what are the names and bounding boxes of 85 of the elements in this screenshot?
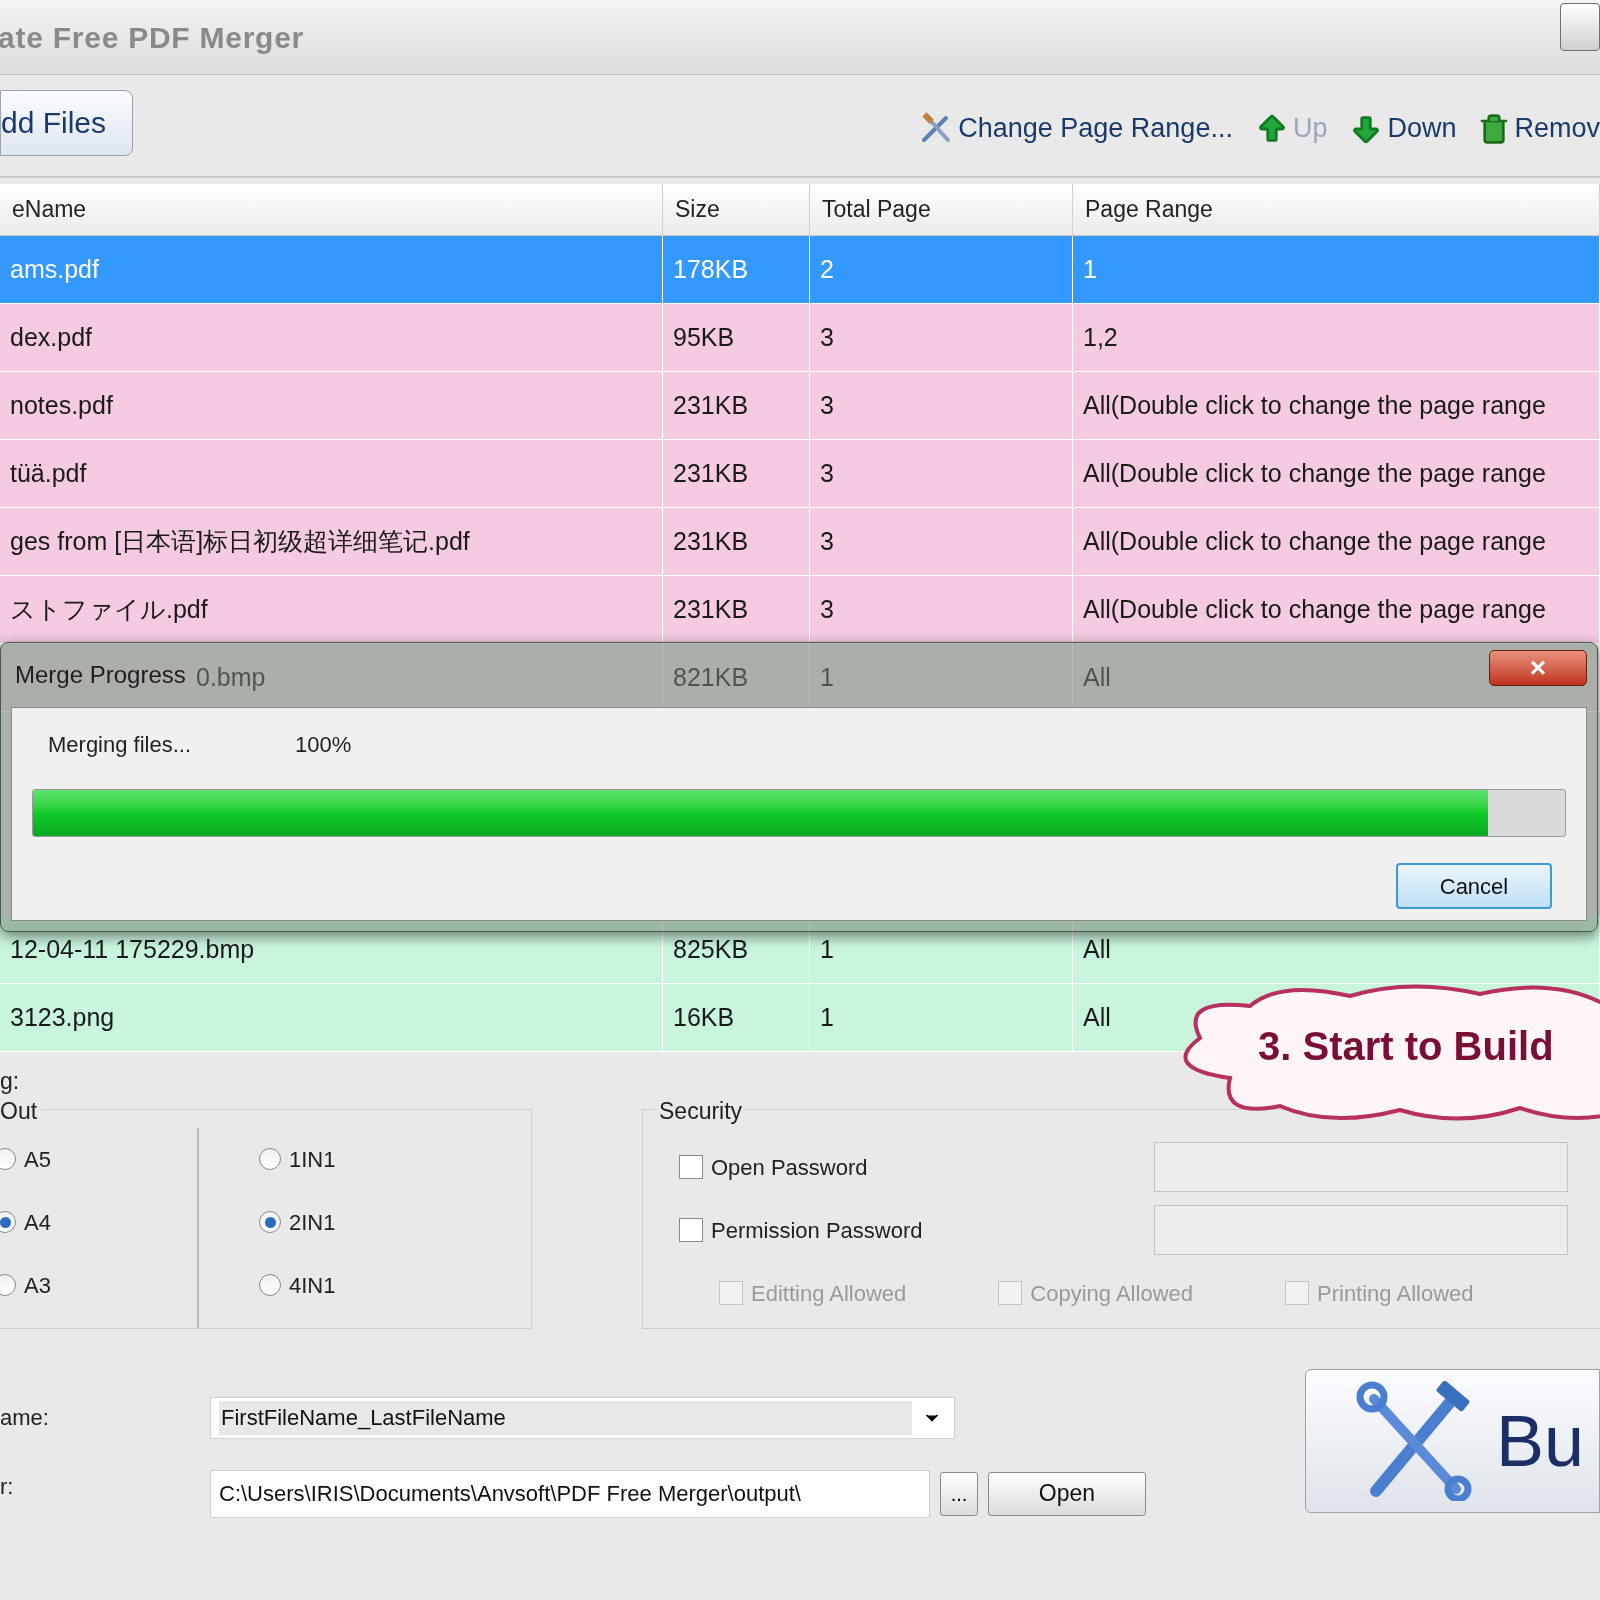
field-label: ame: bbox=[0, 1404, 50, 1432]
table-row[interactable]: dex.pdf 95KB 3 1,2 bbox=[0, 304, 1600, 372]
table-cell-text: 0.bmp bbox=[196, 661, 266, 693]
radio-label: A5 bbox=[24, 1145, 51, 1174]
radio-label: 1IN1 bbox=[289, 1145, 336, 1174]
radio-button[interactable] bbox=[0, 1211, 16, 1233]
checkbox-label: Copying Allowed bbox=[1030, 1279, 1193, 1308]
radio-button[interactable] bbox=[259, 1274, 281, 1296]
column-header[interactable]: Total Page bbox=[810, 184, 1073, 235]
table-cell-text: 231KB bbox=[673, 389, 749, 421]
table-cell-text: 1 bbox=[820, 661, 834, 693]
table-cell-text: dex.pdf bbox=[10, 321, 92, 353]
table-cell-text: 1 bbox=[820, 933, 834, 965]
radio-label: A3 bbox=[24, 1271, 51, 1300]
table-cell-text: 3123.png bbox=[10, 1001, 115, 1033]
column-header[interactable]: Page Range bbox=[1073, 184, 1600, 235]
radio-button[interactable] bbox=[259, 1148, 281, 1170]
minimize-button[interactable] bbox=[1560, 3, 1600, 51]
status-text: Merging files... bbox=[48, 731, 192, 759]
close-button[interactable]: × bbox=[1489, 650, 1587, 686]
settings-label: g: bbox=[0, 1068, 20, 1094]
table-cell-text: 1 bbox=[1083, 253, 1097, 285]
table-cell-text: All(Double click to change the page range bbox=[1083, 457, 1546, 489]
folder-field[interactable]: C:\Users\IRIS\Documents\Anvsoft\PDF Free Merger\output\ bbox=[210, 1469, 930, 1518]
add-files-button[interactable]: dd Files bbox=[0, 89, 133, 156]
cancel-button[interactable]: Cancel bbox=[1396, 863, 1552, 909]
table-cell-text: 231KB bbox=[673, 593, 749, 625]
checkbox-label: Open Password bbox=[711, 1153, 868, 1182]
table-cell-text: 1,2 bbox=[1083, 321, 1118, 353]
radio-button[interactable] bbox=[0, 1148, 16, 1170]
table-cell-text: All bbox=[1083, 661, 1111, 693]
table-cell-text: 3 bbox=[820, 389, 834, 421]
table-cell-text: 1 bbox=[820, 1001, 834, 1033]
table-cell-text: All(Double click to change the page range bbox=[1083, 389, 1546, 421]
toolbar-button[interactable]: Change Page Range... bbox=[920, 108, 1233, 149]
name-dropdown[interactable]: FirstFileName_LastFileName bbox=[210, 1396, 955, 1439]
radio-label: 4IN1 bbox=[289, 1271, 336, 1300]
table-cell-text: ams.pdf bbox=[10, 253, 99, 285]
table-cell-text: All bbox=[1083, 933, 1111, 965]
radio-button[interactable] bbox=[0, 1274, 16, 1296]
radio-label: A4 bbox=[24, 1208, 51, 1237]
table-cell-text: All bbox=[1083, 1001, 1111, 1033]
toolbar-button[interactable]: Down bbox=[1349, 108, 1457, 149]
browse-button[interactable]: ... bbox=[940, 1471, 978, 1516]
table-cell-text: All(Double click to change the page range bbox=[1083, 593, 1546, 625]
radio-label: 2IN1 bbox=[289, 1208, 336, 1237]
table-row[interactable]: 12-04-11 175229.bmp 825KB 1 All bbox=[0, 916, 1600, 984]
table-cell-text: 231KB bbox=[673, 525, 749, 557]
table-cell-text: 821KB bbox=[673, 661, 749, 693]
field-label: r: bbox=[0, 1473, 15, 1501]
table-row[interactable]: tüä.pdf 231KB 3 All(Double click to change the page range bbox=[0, 440, 1600, 508]
table-cell-text: All(Double click to change the page range bbox=[1083, 525, 1546, 557]
dialog-title: Merge Progress bbox=[15, 660, 186, 690]
table-cell-text: notes.pdf bbox=[10, 389, 113, 421]
table-cell-text: 16KB bbox=[673, 1001, 735, 1033]
column-header[interactable]: Size bbox=[663, 184, 810, 235]
open-button[interactable]: Open bbox=[988, 1471, 1146, 1516]
checkbox-label: Permission Password bbox=[711, 1216, 923, 1245]
table-cell-text: 231KB bbox=[673, 457, 749, 489]
table-cell-text: 3 bbox=[820, 593, 834, 625]
build-button[interactable]: Bu bbox=[1305, 1368, 1600, 1513]
table-cell-text: 95KB bbox=[673, 321, 735, 353]
checkbox-label: Printing Allowed bbox=[1317, 1279, 1474, 1308]
table-cell-text: 3 bbox=[820, 525, 834, 557]
table-cell-text: 2 bbox=[820, 253, 834, 285]
table-row[interactable]: notes.pdf 231KB 3 All(Double click to change the page range bbox=[0, 372, 1600, 440]
table-cell-text: 12-04-11 175229.bmp bbox=[10, 933, 255, 965]
table-row[interactable]: ges from [日本语]标日初级超详细笔记.pdf 231KB 3 All(Double click to change the page range bbox=[0, 508, 1600, 576]
toolbar-button[interactable]: Remov bbox=[1478, 108, 1600, 149]
table-cell-text: 3 bbox=[820, 457, 834, 489]
table-cell-text: 825KB bbox=[673, 933, 749, 965]
table-cell-text: 178KB bbox=[673, 253, 749, 285]
column-header[interactable]: eName bbox=[0, 184, 663, 235]
password-field[interactable] bbox=[1154, 1205, 1568, 1255]
progress-reading: 100% bbox=[295, 731, 352, 759]
checkbox[interactable] bbox=[679, 1155, 703, 1179]
table-cell-text: ges from [日本语]标日初级超详细笔记.pdf bbox=[10, 525, 470, 557]
checkbox[interactable] bbox=[679, 1218, 703, 1242]
table-cell-text: tüä.pdf bbox=[10, 457, 87, 489]
table-row[interactable]: ストファイル.pdf 231KB 3 All(Double click to change the page range bbox=[0, 576, 1600, 644]
radio-button[interactable] bbox=[259, 1211, 281, 1233]
table-cell-text: 3 bbox=[820, 321, 834, 353]
table-cell-text: ストファイル.pdf bbox=[10, 593, 208, 625]
checkbox-label: Editting Allowed bbox=[751, 1279, 907, 1308]
password-field[interactable] bbox=[1154, 1142, 1568, 1192]
